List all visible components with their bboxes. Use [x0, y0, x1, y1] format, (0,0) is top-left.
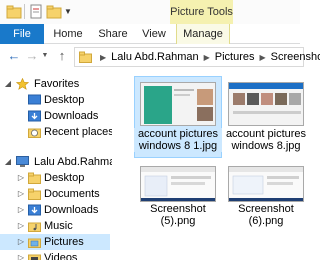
file-tile[interactable]: Screenshot (5).png	[134, 162, 222, 232]
picture-tools-header: Picture Tools	[170, 0, 233, 24]
downloads-icon	[28, 110, 41, 122]
file-thumbnail	[228, 82, 304, 126]
file-name-line: (5).png	[160, 215, 196, 227]
breadcrumb-item[interactable]: Lalu Abd.Rahman	[111, 51, 198, 63]
recent-locations-icon[interactable]: ▼	[40, 48, 50, 64]
nav-item-music[interactable]: ▷ Music	[0, 218, 110, 234]
nav-item-label: Desktop	[44, 172, 85, 184]
thumbnail-preview	[229, 83, 303, 125]
forward-arrow-icon[interactable]: →	[24, 48, 40, 64]
nav-item-label: Recent places	[44, 126, 114, 138]
videos-icon	[28, 254, 41, 260]
thumbnail-preview	[229, 167, 303, 201]
pictures-icon	[28, 238, 41, 248]
chevron-right-icon[interactable]: ▷	[16, 234, 26, 250]
file-tile[interactable]: account pictures windows 8 1.jpg	[134, 76, 222, 158]
music-icon	[28, 222, 41, 232]
address-bar-row: ← → ▼ ↑ ▶ Lalu Abd.Rahman ▶ Pictures ▶ Screen…	[0, 45, 320, 69]
back-arrow-icon[interactable]: ←	[6, 48, 22, 64]
breadcrumb-item[interactable]: Screenshots	[271, 51, 320, 63]
file-name: account pictures windows 8.jpg	[222, 128, 310, 152]
quick-access-folder-icon[interactable]	[6, 4, 22, 20]
chevron-right-icon[interactable]: ▶	[255, 53, 271, 62]
folder-icon	[79, 51, 92, 63]
nav-favorites[interactable]: ◢ Favorites	[0, 76, 110, 92]
file-thumbnail	[140, 166, 216, 202]
file-thumbnail	[140, 82, 216, 126]
title-bar: ▼ Picture Tools	[0, 0, 300, 24]
properties-icon[interactable]	[30, 4, 43, 20]
star-icon	[16, 78, 29, 90]
downloads-icon	[28, 204, 41, 216]
tab-manage[interactable]: Manage	[176, 24, 230, 44]
new-folder-icon[interactable]	[46, 4, 62, 20]
toolbar-separator	[24, 4, 25, 19]
tab-home[interactable]: Home	[48, 24, 88, 44]
nav-item-desktop-fav[interactable]: Desktop	[0, 92, 110, 108]
nav-item-label: Pictures	[44, 236, 84, 248]
customize-dropdown-icon[interactable]: ▼	[64, 4, 74, 20]
computer-icon	[16, 156, 29, 167]
tab-share[interactable]: Share	[93, 24, 133, 44]
chevron-right-icon[interactable]: ▷	[16, 250, 26, 260]
nav-item-label: Downloads	[44, 204, 99, 216]
file-name: Screenshot (5).png	[134, 203, 222, 227]
tab-view[interactable]: View	[136, 24, 172, 44]
file-name: Screenshot (6).png	[222, 203, 310, 227]
ribbon-tabs: File Home Share View Manage	[0, 24, 300, 44]
file-name-line: windows 8.jpg	[231, 140, 301, 152]
nav-user[interactable]: ◢ Lalu Abd.Rahman	[0, 154, 121, 170]
recent-places-icon	[28, 128, 41, 138]
file-name-line: (6).png	[248, 215, 284, 227]
thumbnail-preview	[141, 83, 215, 125]
file-name-line: windows 8 1.jpg	[138, 140, 218, 152]
thumbnail-preview	[141, 167, 215, 201]
chevron-right-icon[interactable]: ▷	[16, 218, 26, 234]
nav-user-label: Lalu Abd.Rahman	[34, 156, 122, 168]
breadcrumb: ▶Lalu Abd.Rahman▶Pictures▶Screenshots	[95, 48, 320, 66]
nav-item-pictures[interactable]: ▷ Pictures	[0, 234, 110, 250]
address-bar[interactable]: ▶Lalu Abd.Rahman▶Pictures▶Screenshots	[74, 47, 320, 67]
navigation-pane: ◢ Favorites Desktop Downloads Recent pla…	[0, 70, 121, 260]
file-tile[interactable]: Screenshot (6).png	[222, 162, 310, 232]
nav-item-label: Music	[44, 220, 73, 232]
chevron-right-icon[interactable]: ▷	[16, 186, 26, 202]
nav-favorites-label: Favorites	[34, 78, 80, 90]
nav-item-downloads-fav[interactable]: Downloads	[0, 108, 110, 124]
file-name-line: Screenshot	[150, 203, 206, 215]
chevron-right-icon[interactable]: ▶	[199, 53, 215, 62]
tab-file[interactable]: File	[0, 24, 44, 44]
file-name-line: Screenshot	[238, 203, 294, 215]
file-name: account pictures windows 8 1.jpg	[134, 128, 222, 152]
desktop-icon	[28, 172, 41, 184]
chevron-down-icon[interactable]: ◢	[3, 76, 13, 92]
file-name-line: account pictures	[137, 128, 219, 140]
nav-item-label: Videos	[44, 252, 78, 260]
nav-item-recent-places[interactable]: Recent places	[0, 124, 114, 140]
nav-item-videos[interactable]: ▷ Videos	[0, 250, 110, 260]
desktop-icon	[28, 94, 41, 105]
chevron-right-icon[interactable]: ▷	[16, 202, 26, 218]
breadcrumb-item[interactable]: Pictures	[215, 51, 255, 63]
nav-item-label: Documents	[44, 188, 100, 200]
file-list: account pictures windows 8 1.jpg account…	[112, 70, 306, 260]
nav-item-label: Downloads	[44, 110, 99, 122]
file-thumbnail	[228, 166, 304, 202]
chevron-down-icon[interactable]: ◢	[3, 154, 13, 170]
nav-item-label: Desktop	[44, 94, 85, 106]
chevron-right-icon[interactable]: ▷	[16, 170, 26, 186]
nav-item-desktop[interactable]: ▷ Desktop	[0, 170, 110, 186]
chevron-right-icon[interactable]: ▶	[95, 53, 111, 62]
file-name-line: account pictures	[225, 128, 307, 140]
file-tile[interactable]: account pictures windows 8.jpg	[222, 76, 310, 158]
folder-icon	[28, 188, 41, 200]
nav-item-documents[interactable]: ▷ Documents	[0, 186, 110, 202]
nav-item-downloads[interactable]: ▷ Downloads	[0, 202, 110, 218]
up-arrow-icon[interactable]: ↑	[54, 48, 70, 64]
